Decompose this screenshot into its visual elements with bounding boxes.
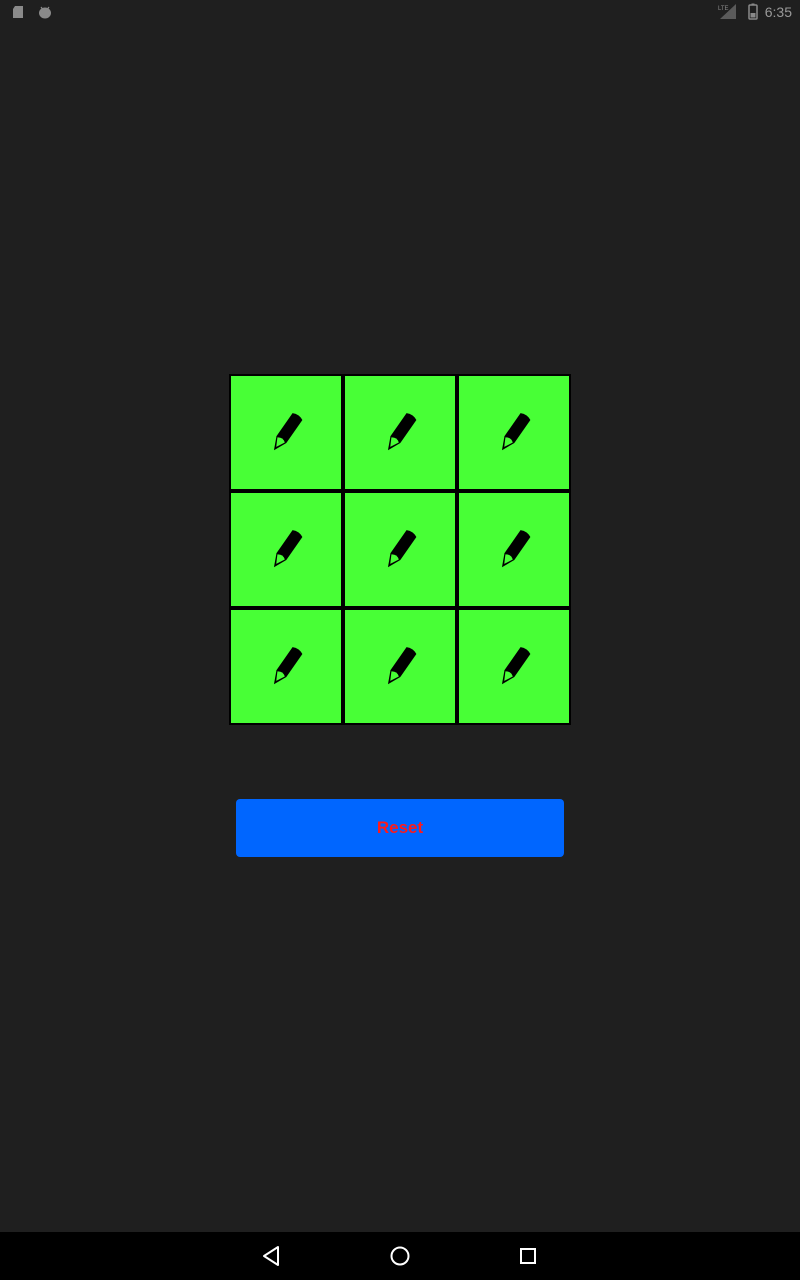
- pencil-icon: [387, 647, 417, 685]
- board-cell[interactable]: [231, 610, 341, 723]
- back-icon[interactable]: [260, 1244, 284, 1268]
- pencil-icon: [501, 413, 531, 451]
- status-time: 6:35: [764, 4, 792, 20]
- board-cell[interactable]: [345, 493, 455, 606]
- board-cell[interactable]: [459, 493, 569, 606]
- home-icon[interactable]: [388, 1244, 412, 1268]
- battery-icon: [748, 3, 758, 20]
- board-cell[interactable]: [459, 376, 569, 489]
- board-cell[interactable]: [459, 610, 569, 723]
- pencil-icon: [501, 530, 531, 568]
- pencil-icon: [273, 530, 303, 568]
- pencil-icon: [387, 530, 417, 568]
- board-cell[interactable]: [231, 493, 341, 606]
- game-board: [229, 374, 571, 725]
- pencil-icon: [387, 413, 417, 451]
- navigation-bar: [0, 1232, 800, 1280]
- board-cell[interactable]: [231, 376, 341, 489]
- network-type-label: LTE: [718, 6, 729, 12]
- reset-button[interactable]: Reset: [236, 799, 564, 857]
- signal-icon: LTE: [718, 4, 736, 19]
- pencil-icon: [273, 647, 303, 685]
- board-cell[interactable]: [345, 376, 455, 489]
- sd-card-icon: [13, 6, 23, 18]
- android-debug-icon: [39, 6, 51, 19]
- recents-icon[interactable]: [516, 1244, 540, 1268]
- status-bar: LTE 6:35: [0, 0, 800, 24]
- app-screen: LTE 6:35 Reset: [0, 0, 800, 1280]
- pencil-icon: [501, 647, 531, 685]
- board-cell[interactable]: [345, 610, 455, 723]
- pencil-icon: [273, 413, 303, 451]
